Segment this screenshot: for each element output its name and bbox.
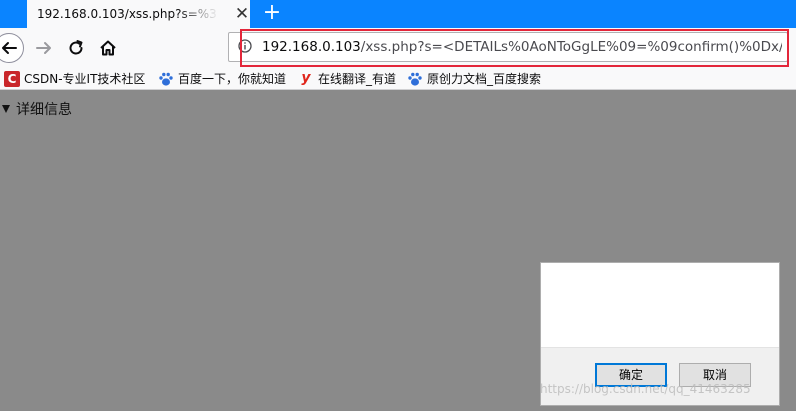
dialog-message: [541, 263, 779, 347]
reload-icon: [69, 40, 83, 55]
disclosure-triangle-icon: [2, 105, 10, 113]
baidu-paw-icon: [159, 72, 173, 86]
bookmark-youdao[interactable]: y 在线翻译_有道: [298, 71, 408, 87]
arrow-left-icon: [2, 42, 17, 54]
home-icon: [100, 40, 116, 56]
bookmark-csdn[interactable]: C CSDN-专业IT技术社区: [4, 71, 154, 87]
bookmark-label: CSDN-专业IT技术社区: [24, 72, 146, 86]
forward-button[interactable]: [34, 38, 54, 58]
baidu-paw-icon: [408, 72, 422, 86]
tab-title-fade: [177, 0, 219, 28]
tab-active[interactable]: 192.168.0.103/xss.php?s=%3CDETAILs%0AoNT…: [27, 0, 250, 28]
bookmarks-toolbar: C CSDN-专业IT技术社区 百度一下，你就知道 y 在线翻译_有道 原创力文…: [0, 68, 796, 90]
home-button[interactable]: [98, 38, 118, 58]
bookmark-label: 百度一下，你就知道: [178, 72, 287, 86]
url-highlight-box: [240, 29, 789, 67]
watermark: https://blog.csdn.net/qq_41463285: [540, 382, 751, 396]
details-summary-label: 详细信息: [16, 102, 72, 118]
bookmark-label: 在线翻译_有道: [318, 72, 397, 86]
bookmark-yuanchuangli[interactable]: 原创力文档_百度搜索: [407, 71, 547, 87]
arrow-right-icon: [36, 42, 51, 54]
back-button[interactable]: [0, 33, 24, 63]
bookmark-baidu[interactable]: 百度一下，你就知道: [158, 71, 303, 87]
details-summary[interactable]: 详细信息: [2, 101, 72, 119]
csdn-logo-icon: C: [4, 71, 20, 87]
bookmark-label: 原创力文档_百度搜索: [427, 72, 542, 86]
close-tab-icon[interactable]: ✕: [233, 5, 251, 23]
reload-button[interactable]: [66, 38, 86, 58]
new-tab-button[interactable]: +: [260, 2, 284, 26]
youdao-logo-icon: y: [301, 70, 311, 86]
tab-strip: 192.168.0.103/xss.php?s=%3CDETAILs%0AoNT…: [0, 0, 796, 28]
